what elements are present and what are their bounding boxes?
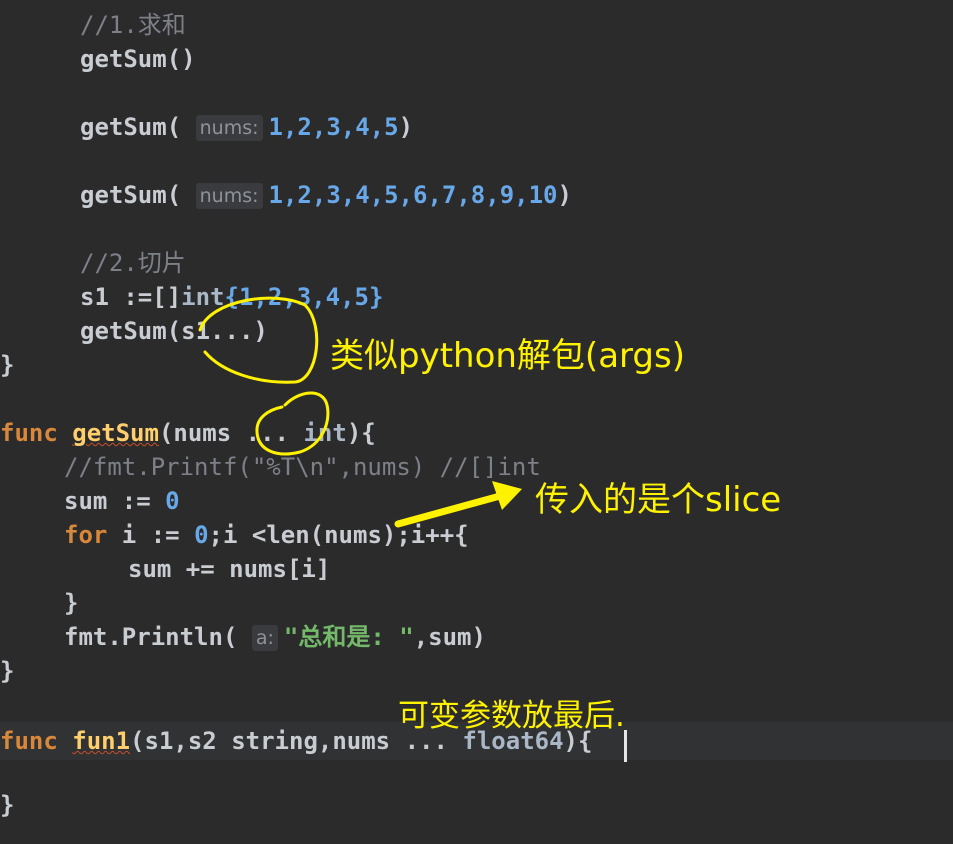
call-close: ) [398, 113, 414, 141]
code-println[interactable]: fmt.Println( a: "总和是: ",sum) [64, 622, 486, 652]
for-init: i := [107, 521, 195, 549]
code-close-brace: } [0, 351, 15, 379]
code-call-getsum-ten[interactable]: getSum( nums: 1,2,3,4,5,6,7,8,9,10) [80, 180, 572, 210]
println-string: "总和是: " [283, 623, 414, 651]
params-head: (nums ... [158, 419, 289, 447]
code-sum-decl[interactable]: sum := 0 [64, 486, 180, 516]
call-args: 1,2,3,4,5 [268, 113, 399, 141]
decl-values: {1,2,3,4,5} [224, 283, 384, 311]
println-close: ,sum) [413, 623, 486, 651]
code-close-brace-2: } [0, 657, 15, 685]
decl-type: int [181, 283, 225, 311]
code-close-brace-for: } [64, 589, 79, 617]
keyword-func: func [0, 727, 58, 755]
decl-head: s1 :=[] [80, 283, 182, 311]
param-hint-nums: nums: [195, 183, 263, 209]
annotation-last: 可变参数放最后. [398, 698, 625, 734]
for-rest: ;i <len(nums);i++{ [208, 521, 469, 549]
code-func-getsum[interactable]: func getSum(nums ... int){ [0, 418, 376, 448]
call-open: getSum( [80, 181, 182, 209]
println-open: fmt.Println( [64, 623, 238, 651]
param-hint-nums: nums: [195, 115, 263, 141]
code-slice-decl[interactable]: s1 :=[]int{1,2,3,4,5} [80, 282, 383, 312]
params-type: int [303, 419, 347, 447]
code-sum-add[interactable]: sum += nums[i] [128, 554, 330, 584]
arrow-head [492, 481, 522, 510]
call-open: getSum( [80, 113, 182, 141]
keyword-func: func [0, 419, 58, 447]
code-comment-printf: //fmt.Printf("%T\n",nums) //[]int [64, 453, 541, 481]
annotation-unpack: 类似python解包(args) [330, 336, 685, 376]
keyword-for: for [64, 521, 108, 549]
function-name: fun1 [72, 727, 131, 755]
sum-head: sum := [64, 487, 166, 515]
params-end: ){ [346, 419, 376, 447]
function-name: getSum [72, 419, 159, 447]
code-call-getsum-unpack[interactable]: getSum(s1...) [80, 316, 268, 346]
sum-zero: 0 [165, 487, 180, 515]
for-zero: 0 [194, 521, 209, 549]
code-call-getsum-empty[interactable]: getSum() [80, 44, 196, 74]
annotation-slice: 传入的是个slice [535, 480, 782, 520]
code-call-getsum-five[interactable]: getSum( nums: 1,2,3,4,5) [80, 112, 413, 142]
code-for-loop[interactable]: for i := 0;i <len(nums);i++{ [64, 520, 469, 550]
code-close-brace-3: } [0, 791, 15, 819]
call-close: ) [557, 181, 572, 209]
code-comment-slice: //2.切片 [80, 249, 186, 277]
call-args: 1,2,3,4,5,6,7,8,9,10 [268, 181, 558, 209]
code-comment-sum: //1.求和 [80, 11, 186, 39]
param-hint-a: a: [251, 625, 278, 651]
